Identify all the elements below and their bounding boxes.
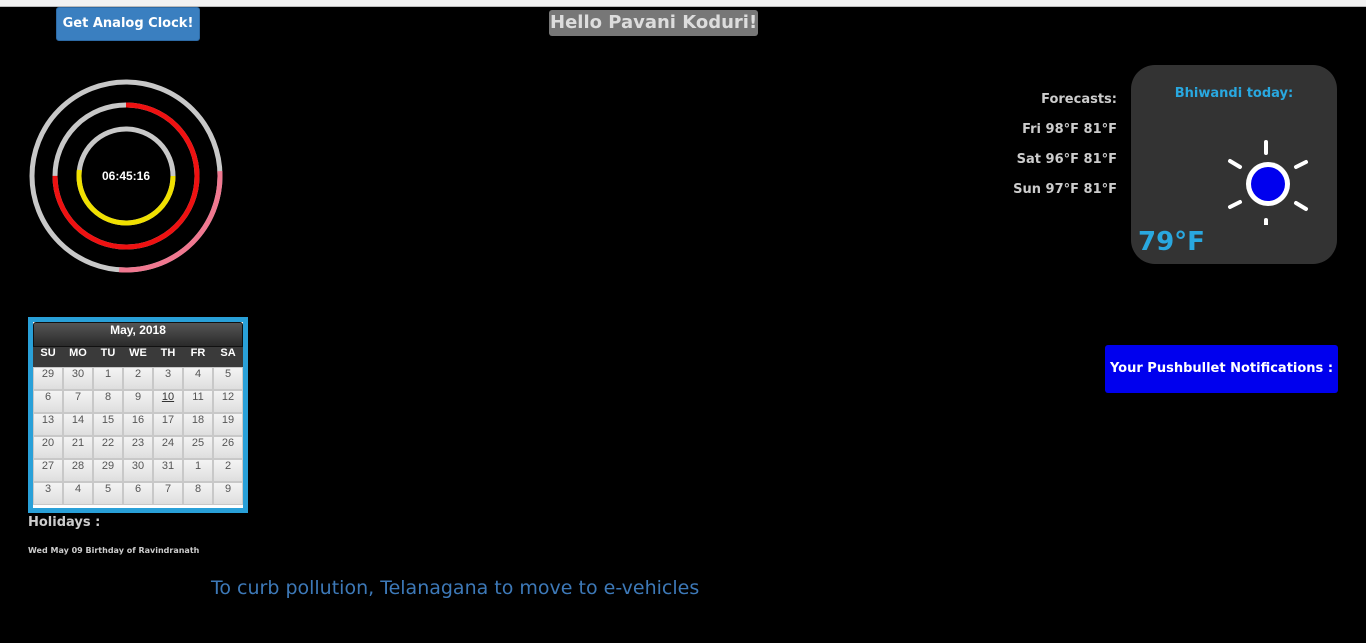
calendar-day[interactable]: 7 [153,482,183,505]
calendar-day[interactable]: 18 [183,413,213,436]
calendar-weekday: SU [33,347,63,367]
calendar-day[interactable]: 29 [93,459,123,482]
calendar-weekday: FR [183,347,213,367]
clock-time-text: 06:45:16 [102,169,150,183]
forecast-day: Fri 98°F 81°F [1022,122,1117,137]
calendar-day[interactable]: 21 [63,436,93,459]
calendar-day[interactable]: 23 [123,436,153,459]
calendar-day[interactable]: 16 [123,413,153,436]
calendar-day[interactable]: 27 [33,459,63,482]
calendar-day[interactable]: 26 [213,436,243,459]
forecast-panel: Forecasts: Fri 98°F 81°F Sat 96°F 81°F S… [1013,90,1117,210]
calendar-day[interactable]: 17 [153,413,183,436]
calendar-day[interactable]: 31 [153,459,183,482]
forecast-day: Sat 96°F 81°F [1016,152,1117,167]
browser-top-strip [0,0,1366,7]
calendar-day[interactable]: 8 [93,390,123,413]
calendar-day[interactable]: 28 [63,459,93,482]
calendar-weekday: SA [213,347,243,367]
calendar-day[interactable]: 6 [33,390,63,413]
calendar-day[interactable]: 6 [123,482,153,505]
calendar-day[interactable]: 14 [63,413,93,436]
calendar-day[interactable]: 4 [63,482,93,505]
calendar-day[interactable]: 9 [123,390,153,413]
digital-ring-clock: 06:45:16 [29,79,223,273]
calendar-day[interactable]: 3 [153,367,183,390]
weather-location: Bhiwandi today: [1174,86,1294,101]
pushbullet-notifications-button[interactable]: Your Pushbullet Notifications : [1105,345,1338,393]
calendar-day[interactable]: 22 [93,436,123,459]
calendar-day[interactable]: 10 [153,390,183,413]
weather-card: Bhiwandi today: 79°F [1131,65,1337,264]
calendar-day[interactable]: 12 [213,390,243,413]
calendar-day[interactable]: 20 [33,436,63,459]
calendar-day[interactable]: 13 [33,413,63,436]
calendar-day[interactable]: 15 [93,413,123,436]
calendar-day[interactable]: 25 [183,436,213,459]
get-analog-clock-button[interactable]: Get Analog Clock! [56,7,200,41]
calendar-weekday: MO [63,347,93,367]
calendar-day[interactable]: 1 [93,367,123,390]
sun-icon [1228,140,1308,225]
calendar-day[interactable]: 5 [213,367,243,390]
holiday-item: Wed May 09 Birthday of Ravindranath [28,546,200,555]
weather-temperature: 79°F [1138,227,1205,257]
calendar-day[interactable]: 29 [33,367,63,390]
calendar-day[interactable]: 9 [213,482,243,505]
calendar-day[interactable]: 8 [183,482,213,505]
calendar-day[interactable]: 2 [123,367,153,390]
forecast-day: Sun 97°F 81°F [1013,182,1117,197]
calendar-widget: May, 2018 SU MO TU WE TH FR SA 29 30 1 2 3 4 5 6 7 8 9 10 1… [28,317,248,513]
forecast-title: Forecasts: [1041,92,1117,107]
calendar-day[interactable]: 3 [33,482,63,505]
calendar-day[interactable]: 4 [183,367,213,390]
holidays-title: Holidays : [28,515,101,530]
calendar-day[interactable]: 11 [183,390,213,413]
calendar-day[interactable]: 30 [123,459,153,482]
calendar-weekday: WE [123,347,153,367]
calendar-day[interactable]: 5 [93,482,123,505]
greeting-banner: Hello Pavani Koduri! [549,10,759,36]
calendar-weekday: TH [153,347,183,367]
calendar-day[interactable]: 2 [213,459,243,482]
calendar-day[interactable]: 24 [153,436,183,459]
calendar-day[interactable]: 1 [183,459,213,482]
calendar-grid: SU MO TU WE TH FR SA 29 30 1 2 3 4 5 6 7 8 9 10 11 12 13 14 15 1… [33,347,243,505]
calendar-weekday: TU [93,347,123,367]
calendar-day[interactable]: 19 [213,413,243,436]
news-headline[interactable]: To curb pollution, Telanagana to move to… [211,577,699,599]
calendar-day[interactable]: 30 [63,367,93,390]
calendar-day[interactable]: 7 [63,390,93,413]
calendar-month-title[interactable]: May, 2018 [33,322,243,347]
